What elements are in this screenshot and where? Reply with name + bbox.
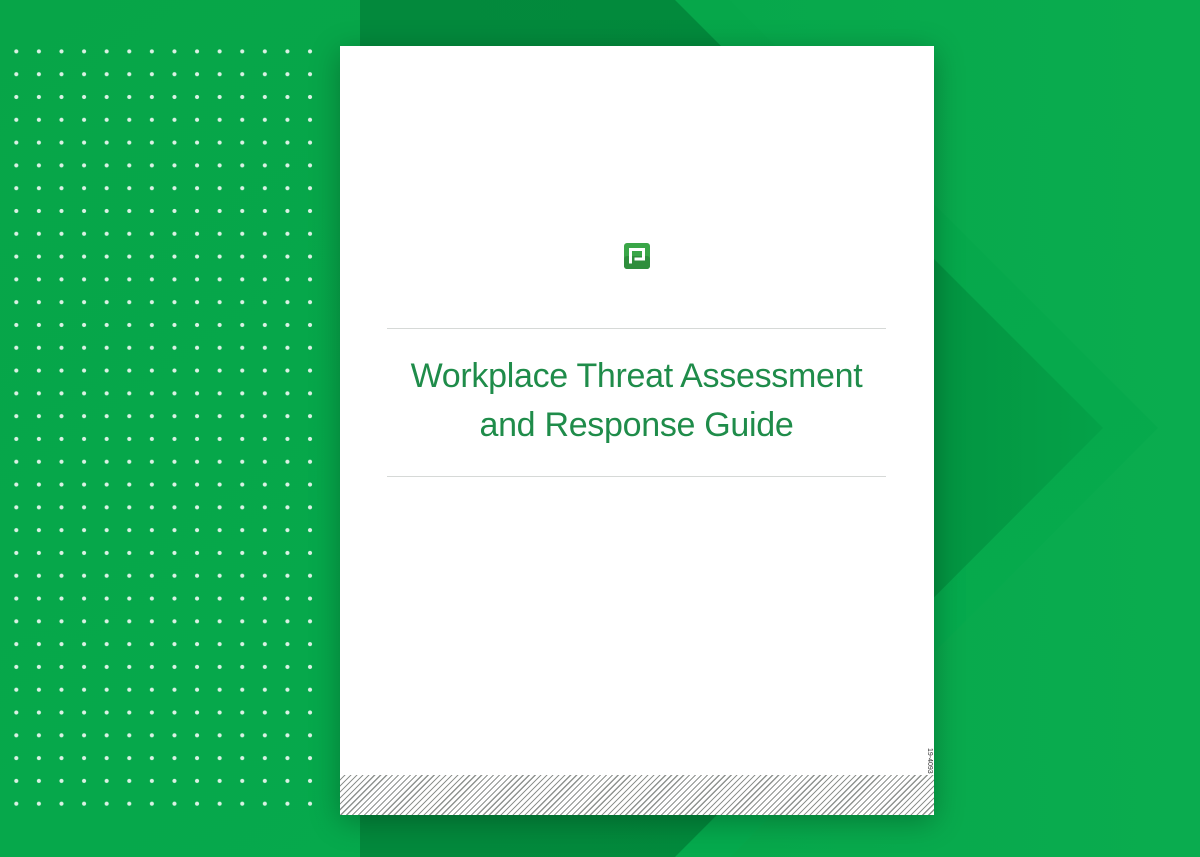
dot-grid-pattern	[5, 40, 325, 818]
title-rule-top	[387, 328, 886, 329]
document-title: Workplace Threat Assessment and Response…	[387, 352, 886, 450]
paycom-logo-icon	[624, 243, 650, 269]
document-title-line1: Workplace Threat Assessment	[410, 357, 863, 395]
document-title-line2: and Response Guide	[479, 406, 794, 444]
document-code: 19-4093	[926, 748, 933, 774]
title-rule-bottom	[387, 476, 886, 477]
document-cover: Workplace Threat Assessment and Response…	[340, 46, 934, 815]
hatched-footer-band	[340, 775, 934, 815]
